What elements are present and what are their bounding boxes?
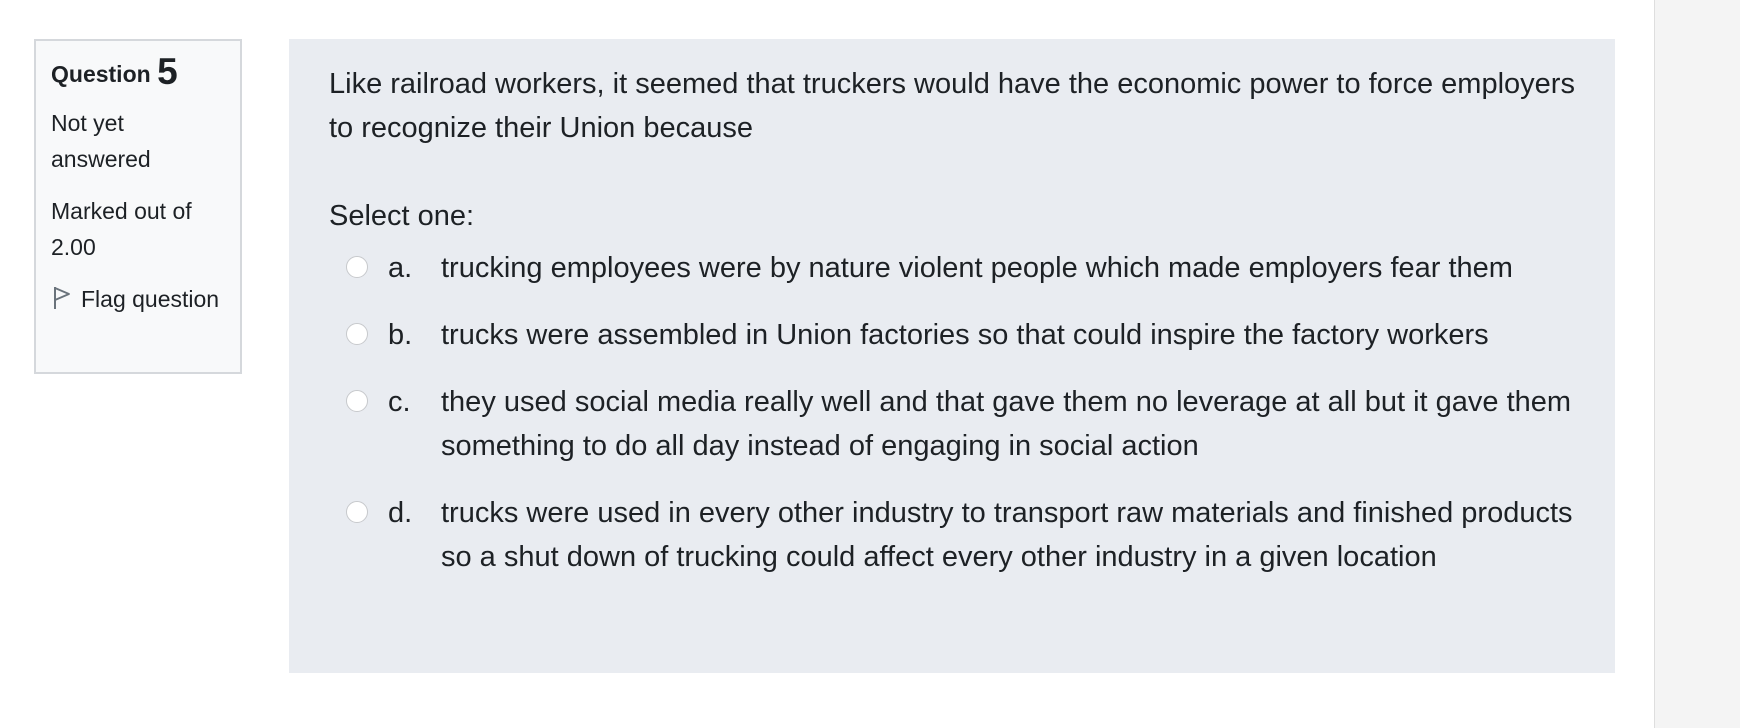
radio-unchecked-icon[interactable] <box>346 256 368 278</box>
question-content: Like railroad workers, it seemed that tr… <box>289 39 1615 673</box>
question-number-heading: Question 5 <box>51 53 225 91</box>
radio-unchecked-icon[interactable] <box>346 501 368 523</box>
answer-letter: c. <box>388 386 411 418</box>
question-text: Like railroad workers, it seemed that tr… <box>329 68 1575 144</box>
answer-option-c[interactable]: c. they used social media really well an… <box>329 380 1575 468</box>
answer-option-d[interactable]: d. trucks were used in every other indus… <box>329 491 1575 579</box>
question-status: Not yet answered <box>51 110 151 172</box>
select-prompt: Select one: <box>329 200 475 232</box>
flag-question-label: Flag question <box>81 286 220 312</box>
answer-text[interactable]: trucks were assembled in Union factories… <box>441 313 1575 357</box>
question-info-panel: Question 5 Not yet answered Marked out o… <box>34 39 242 374</box>
question-marks: Marked out of 2.00 <box>51 198 192 260</box>
answer-letter: b. <box>388 319 413 351</box>
radio-unchecked-icon[interactable] <box>346 390 368 412</box>
answer-text[interactable]: trucking employees were by nature violen… <box>441 246 1575 290</box>
answer-letter: d. <box>388 497 413 529</box>
answer-text[interactable]: they used social media really well and t… <box>441 380 1575 468</box>
question-label: Question <box>51 61 151 87</box>
answer-letter: a. <box>388 252 413 284</box>
answer-option-a[interactable]: a. trucking employees were by nature vio… <box>329 246 1575 290</box>
answer-list: a. trucking employees were by nature vio… <box>329 246 1575 579</box>
radio-unchecked-icon[interactable] <box>346 323 368 345</box>
right-side-panel <box>1654 0 1740 728</box>
flag-outline-icon <box>51 285 73 311</box>
answer-text[interactable]: trucks were used in every other industry… <box>441 491 1575 579</box>
question-number: 5 <box>157 51 178 92</box>
flag-question-button[interactable]: Flag question <box>51 281 225 317</box>
answer-option-b[interactable]: b. trucks were assembled in Union factor… <box>329 313 1575 357</box>
